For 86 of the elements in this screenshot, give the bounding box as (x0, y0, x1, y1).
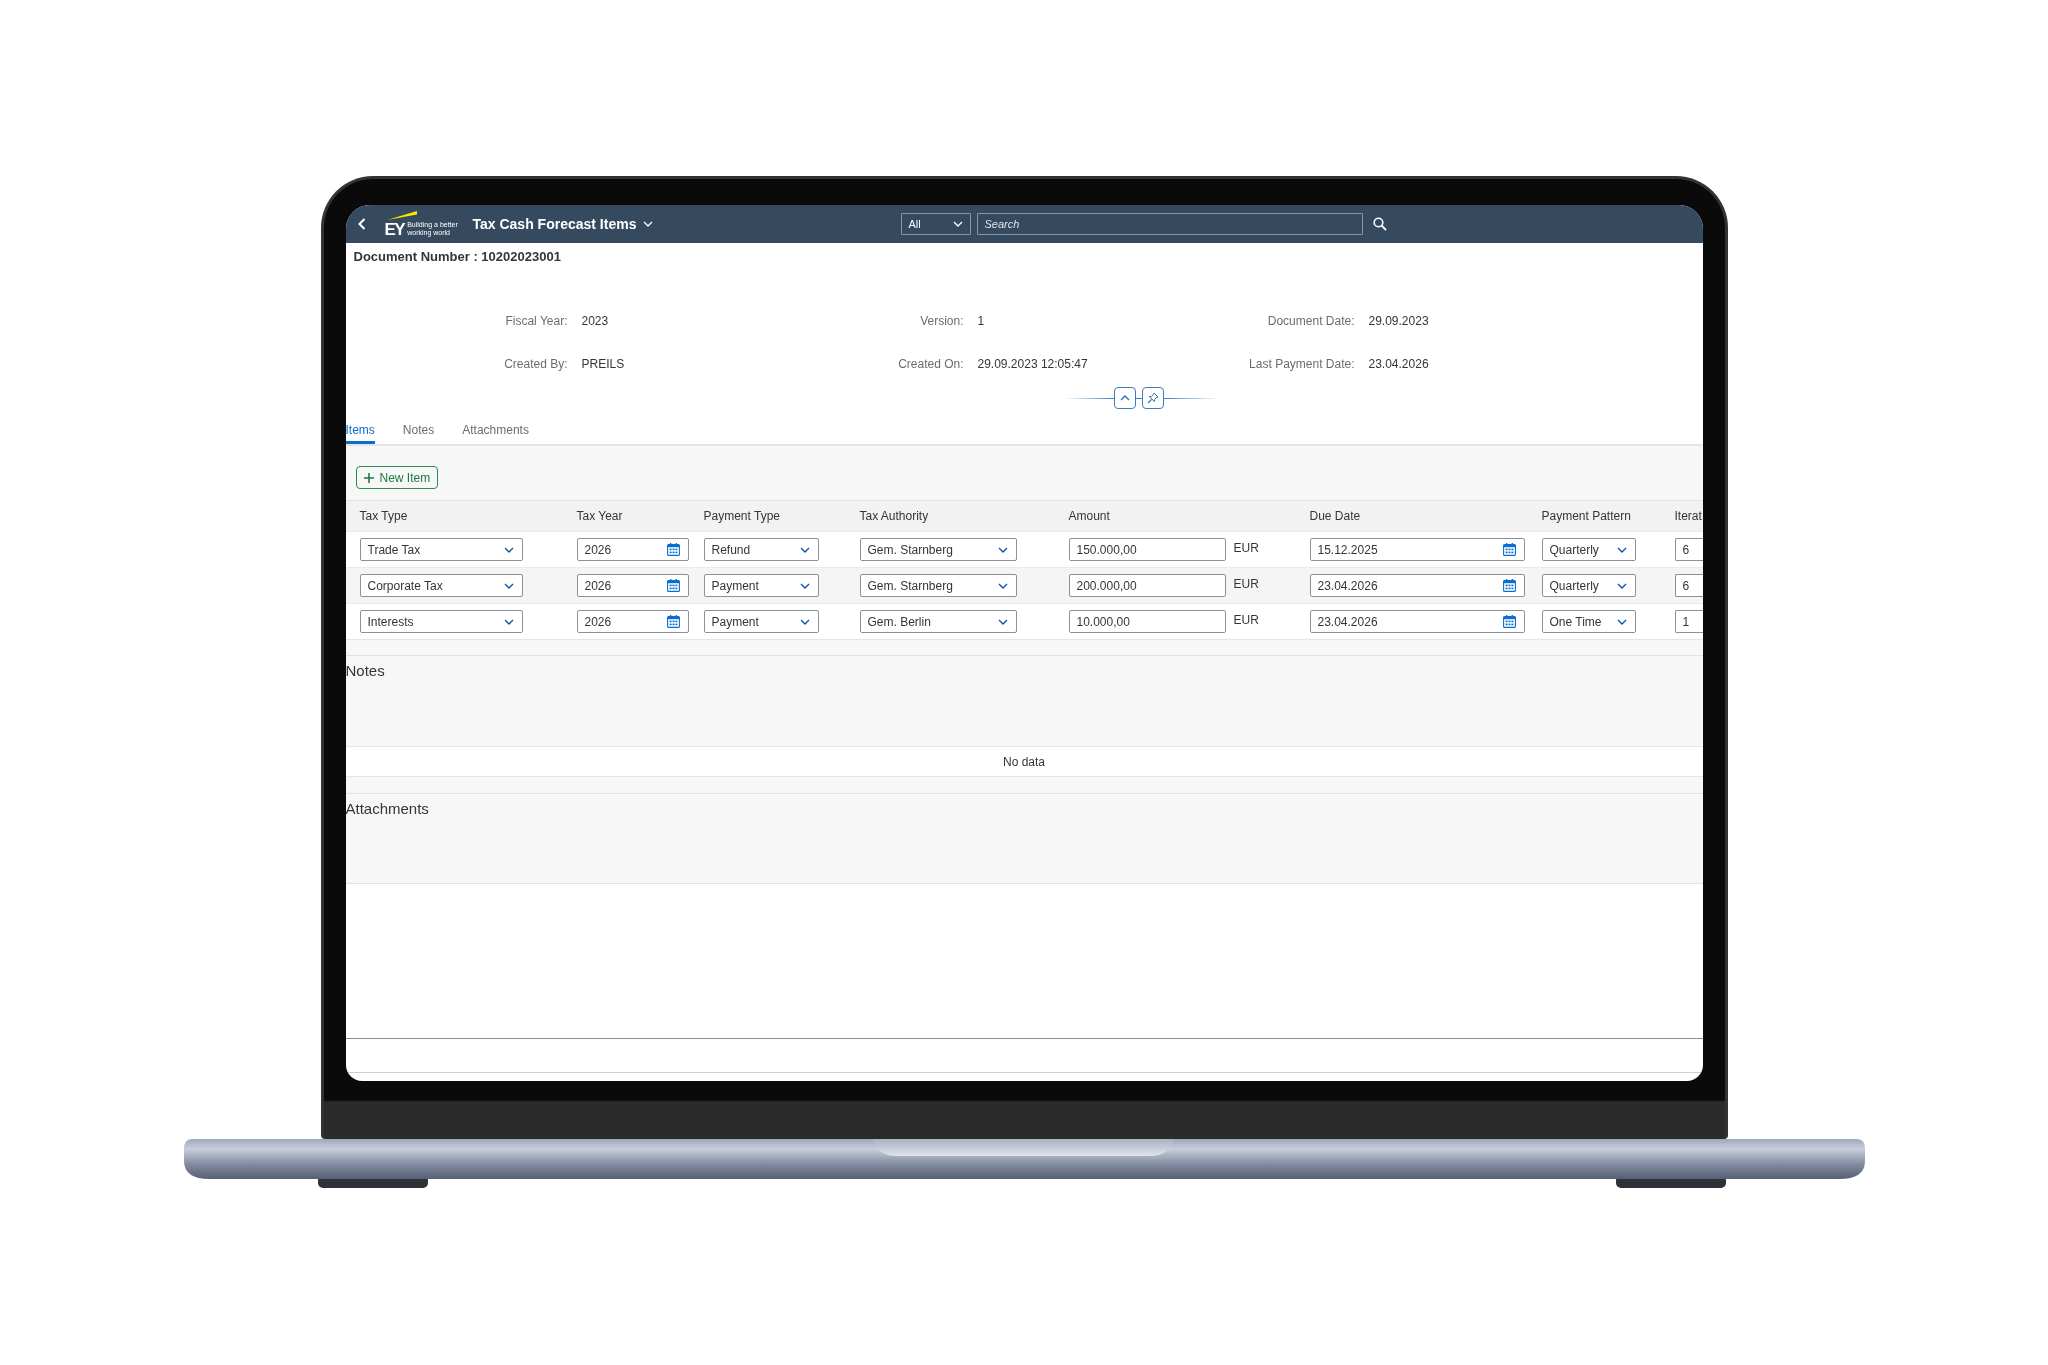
chevron-down-icon (997, 618, 1008, 625)
currency-label: EUR (1233, 576, 1259, 591)
calendar-icon (666, 615, 680, 628)
amount-field[interactable]: 150.000,00 (1068, 538, 1226, 561)
column-header: Due Date (1309, 509, 1361, 523)
column-header: Amount (1068, 509, 1110, 523)
date-field[interactable]: 15.12.2025 (1309, 538, 1525, 561)
chevron-down-icon (1616, 546, 1627, 553)
section-title: Attachments (345, 800, 429, 818)
chevron-down-icon (799, 546, 810, 553)
calendar-icon (1502, 579, 1516, 592)
currency-label: EUR (1233, 612, 1259, 627)
search-field[interactable]: Search (976, 213, 1363, 235)
chevron-down-icon (1616, 618, 1627, 625)
select-field[interactable]: Payment (703, 610, 819, 633)
select-field[interactable]: Trade Tax (359, 538, 523, 561)
field-value: 1 (977, 314, 985, 328)
calendar-icon (666, 579, 680, 592)
scope-select[interactable]: All (900, 213, 971, 235)
chevron-up-icon (1119, 395, 1130, 401)
input-field[interactable]: 1 (1674, 610, 1703, 633)
slanted-bar-icon (386, 211, 417, 220)
collapse-button[interactable] (1113, 387, 1136, 409)
select-field[interactable]: Payment (703, 574, 819, 597)
field-label: Version: (920, 314, 964, 328)
field-label: Document Date: (1267, 314, 1355, 328)
search-icon[interactable] (1372, 217, 1387, 231)
chevron-down-icon (503, 546, 514, 553)
tab[interactable]: Attachments (462, 409, 529, 444)
select-field[interactable]: Interests (359, 610, 523, 633)
field-value: 29.09.2023 (1368, 314, 1429, 328)
date-field[interactable]: 2026 (576, 610, 689, 633)
field-label: Created By: (504, 357, 568, 371)
amount-field[interactable]: 200.000,00 (1068, 574, 1226, 597)
date-field[interactable]: 2026 (576, 574, 689, 597)
empty-message: No data (1003, 754, 1045, 769)
input-field[interactable]: 6 (1674, 574, 1703, 597)
new-item-button[interactable]: New Item (355, 466, 439, 489)
select-field[interactable]: Refund (703, 538, 819, 561)
chevron-down-icon (799, 618, 810, 625)
field-value: 2023 (581, 314, 609, 328)
field-value: 29.09.2023 12:05:47 (977, 357, 1088, 371)
select-field[interactable]: Gem. Starnberg (859, 538, 1017, 561)
chevron-down-icon (952, 221, 963, 227)
date-field[interactable]: 2026 (576, 538, 689, 561)
field-label: Created On: (898, 357, 964, 371)
field-value: 23.04.2026 (1368, 357, 1429, 371)
back-icon[interactable] (357, 218, 366, 230)
amount-field[interactable]: 10.000,00 (1068, 610, 1226, 633)
pin-icon (1146, 392, 1159, 404)
column-header: Tax Type (359, 509, 408, 523)
document-number: Document Number : 10202023001 (352, 248, 561, 265)
calendar-icon (666, 543, 680, 556)
chevron-down-icon (503, 618, 514, 625)
currency-label: EUR (1233, 540, 1259, 555)
select-field[interactable]: Gem. Berlin (859, 610, 1017, 633)
field-label: Fiscal Year: (505, 314, 568, 328)
column-header: Tax Year (576, 509, 623, 523)
column-header: Payment Type (703, 509, 780, 523)
chevron-down-icon (799, 582, 810, 589)
date-field[interactable]: 23.04.2026 (1309, 610, 1525, 633)
column-header: Payment Pattern (1541, 509, 1631, 523)
chevron-down-icon (997, 582, 1008, 589)
input-field[interactable]: 6 (1674, 538, 1703, 561)
section-title: Notes (345, 662, 385, 680)
chevron-down-icon (503, 582, 514, 589)
calendar-icon (1502, 615, 1516, 628)
pin-button[interactable] (1141, 387, 1164, 409)
tab[interactable]: Notes (402, 409, 435, 444)
plus-icon (363, 472, 374, 483)
field-value: PREILS (581, 357, 625, 371)
select-field[interactable]: One Time (1541, 610, 1636, 633)
column-header: Tax Authority (859, 509, 929, 523)
logo-mark: EY (384, 222, 405, 237)
field-label: Last Payment Date: (1249, 357, 1355, 371)
chevron-down-icon (997, 546, 1008, 553)
calendar-icon (1502, 543, 1516, 556)
app-title-button[interactable]: Tax Cash Forecast Items (472, 215, 654, 233)
column-header: Iterat (1674, 509, 1702, 523)
select-field[interactable]: Quarterly (1541, 538, 1636, 561)
date-field[interactable]: 23.04.2026 (1309, 574, 1525, 597)
select-field[interactable]: Gem. Starnberg (859, 574, 1017, 597)
select-field[interactable]: Quarterly (1541, 574, 1636, 597)
chevron-down-icon (643, 221, 654, 227)
chevron-down-icon (1616, 582, 1627, 589)
select-field[interactable]: Corporate Tax (359, 574, 523, 597)
